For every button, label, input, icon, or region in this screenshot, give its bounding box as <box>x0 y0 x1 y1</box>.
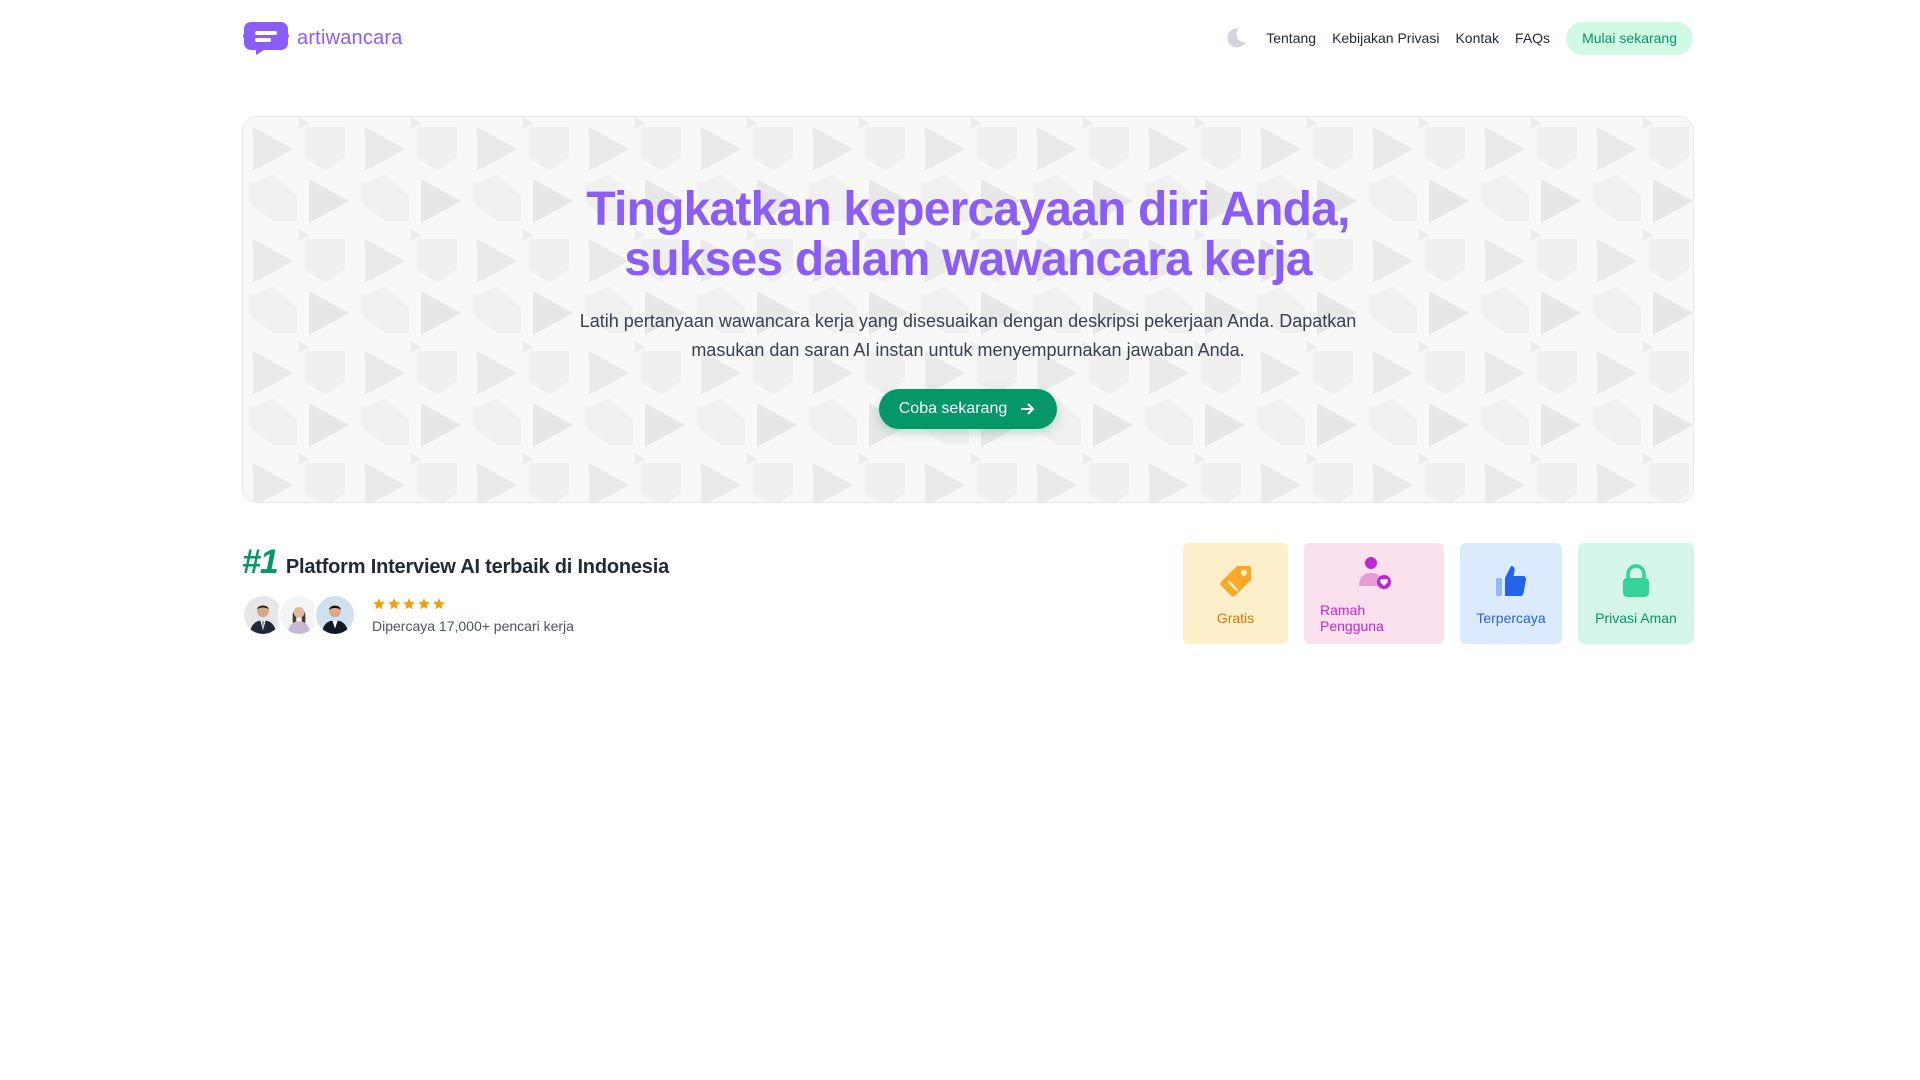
hero-banner: Tingkatkan kepercayaan diri Anda, sukses… <box>242 116 1694 503</box>
feature-card-privacy: Privasi Aman <box>1578 543 1694 644</box>
feature-label-trusted: Terpercaya <box>1476 609 1546 626</box>
moon-icon[interactable] <box>1224 26 1248 50</box>
feature-cards: Gratis Ramah Pengguna Terpercaya Privasi… <box>1183 543 1694 644</box>
nav-link-tentang[interactable]: Tentang <box>1266 30 1316 46</box>
hero-subtitle: Latih pertanyaan wawancara kerja yang di… <box>578 307 1358 365</box>
thumbs-up-icon <box>1496 565 1527 596</box>
chat-bubble-logo-icon <box>243 22 289 55</box>
star-icon <box>418 597 430 609</box>
star-icon <box>433 597 445 609</box>
nav-link-kebijakan-privasi[interactable]: Kebijakan Privasi <box>1332 30 1439 46</box>
feature-label-privacy: Privasi Aman <box>1595 609 1677 626</box>
rank-badge: #1 <box>242 543 279 581</box>
social-proof: Dipercaya 17,000+ pencari kerja <box>242 594 669 636</box>
avatar <box>314 594 356 636</box>
hero-title-line1: Tingkatkan kepercayaan diri Anda, <box>586 183 1350 236</box>
star-icon <box>373 597 385 609</box>
nav-link-kontak[interactable]: Kontak <box>1455 30 1499 46</box>
feature-label-user-friendly: Ramah Pengguna <box>1320 601 1384 634</box>
avatar-group <box>242 594 356 636</box>
main-nav: Tentang Kebijakan Privasi Kontak FAQs Mu… <box>1224 21 1693 55</box>
user-heart-icon <box>1359 556 1391 589</box>
rating-text: Dipercaya 17,000+ pencari kerja <box>372 617 574 634</box>
tag-icon <box>1219 565 1251 597</box>
brand-home-link[interactable]: artiwancara <box>243 20 403 56</box>
star-icon <box>403 597 415 609</box>
hero-content: Tingkatkan kepercayaan diri Anda, sukses… <box>243 117 1693 429</box>
rating-block: Dipercaya 17,000+ pencari kerja <box>372 597 574 634</box>
brand-name: artiwancara <box>297 26 403 49</box>
site-header: artiwancara Tentang Kebijakan Privasi Ko… <box>243 18 1693 58</box>
hero-title: Tingkatkan kepercayaan diri Anda, sukses… <box>243 185 1693 285</box>
arrow-right-icon <box>1021 403 1035 415</box>
feature-card-free: Gratis <box>1183 543 1288 644</box>
hero-title-line2: sukses dalam wawancara kerja <box>624 233 1312 286</box>
trust-title: Platform Interview AI terbaik di Indones… <box>285 556 670 578</box>
trust-section: #1 Platform Interview AI terbaik di Indo… <box>242 543 669 636</box>
star-rating <box>372 597 574 611</box>
feature-card-user-friendly: Ramah Pengguna <box>1304 543 1444 644</box>
hero-subtitle-line2: masukan dan saran AI instan untuk menyem… <box>691 340 1245 360</box>
hero-subtitle-line1: Latih pertanyaan wawancara kerja yang di… <box>579 311 1357 331</box>
star-icon <box>388 597 400 609</box>
try-now-label: Coba sekarang <box>898 400 1008 417</box>
trust-headline: #1 Platform Interview AI terbaik di Indo… <box>242 543 669 582</box>
start-now-button[interactable]: Mulai sekarang <box>1566 21 1693 55</box>
try-now-button[interactable]: Coba sekarang <box>878 389 1058 429</box>
lock-icon <box>1623 563 1649 597</box>
feature-label-free: Gratis <box>1216 609 1255 626</box>
nav-link-faqs[interactable]: FAQs <box>1515 30 1550 46</box>
feature-card-trusted: Terpercaya <box>1460 543 1562 644</box>
